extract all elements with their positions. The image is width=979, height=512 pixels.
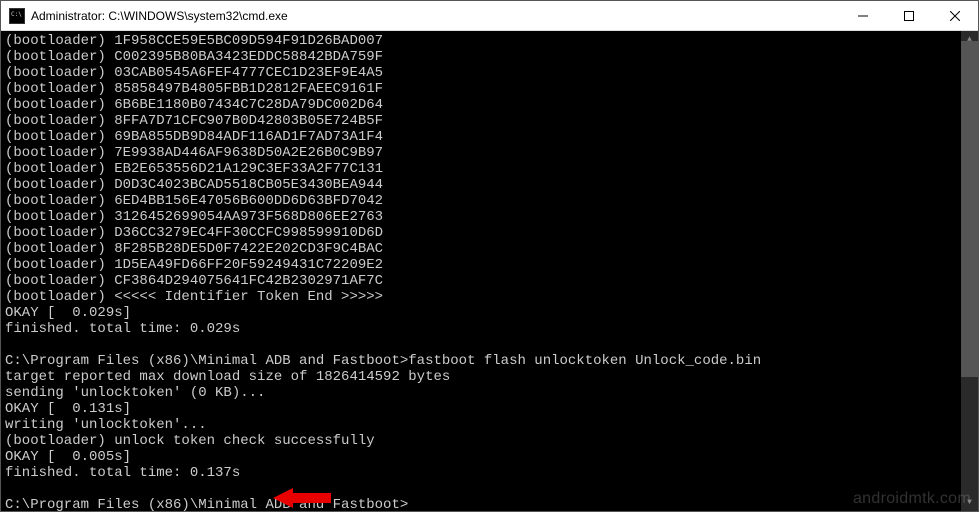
- scrollbar-thumb[interactable]: [961, 41, 978, 377]
- console-line: [5, 481, 974, 497]
- console-line: (bootloader) 7E9938AD446AF9638D50A2E26B0…: [5, 145, 974, 161]
- console-line: (bootloader) 85858497B4805FBB1D2812FAEEC…: [5, 81, 974, 97]
- minimize-button[interactable]: [840, 1, 886, 30]
- scroll-down-arrow[interactable]: ▼: [961, 494, 978, 511]
- vertical-scrollbar[interactable]: ▲ ▼: [961, 31, 978, 511]
- console-line: (bootloader) D0D3C4023BCAD5518CB05E3430B…: [5, 177, 974, 193]
- console-line: (bootloader) 1D5EA49FD66FF20F59249431C72…: [5, 257, 974, 273]
- console-line: (bootloader) 3126452699054AA973F568D806E…: [5, 209, 974, 225]
- console-line: sending 'unlocktoken' (0 KB)...: [5, 385, 974, 401]
- console-line: (bootloader) 6B6BE1180B07434C7C28DA79DC0…: [5, 97, 974, 113]
- console-line: finished. total time: 0.029s: [5, 321, 974, 337]
- console-line: (bootloader) 8F285B28DE5D0F7422E202CD3F9…: [5, 241, 974, 257]
- cmd-icon: [9, 8, 25, 24]
- console-line: (bootloader) <<<<< Identifier Token End …: [5, 289, 974, 305]
- console-line: (bootloader) 69BA855DB9D84ADF116AD1F7AD7…: [5, 129, 974, 145]
- console-line: OKAY [ 0.005s]: [5, 449, 974, 465]
- console-line: OKAY [ 0.131s]: [5, 401, 974, 417]
- console-output[interactable]: (bootloader) 1F958CCE59E5BC09D594F91D26B…: [1, 31, 978, 511]
- close-button[interactable]: [932, 1, 978, 30]
- maximize-button[interactable]: [886, 1, 932, 30]
- console-line: (bootloader) CF3864D294075641FC42B230297…: [5, 273, 974, 289]
- console-line: (bootloader) 8FFA7D71CFC907B0D42803B05E7…: [5, 113, 974, 129]
- console-line: (bootloader) C002395B80BA3423EDDC58842BD…: [5, 49, 974, 65]
- console-line: C:\Program Files (x86)\Minimal ADB and F…: [5, 497, 974, 511]
- console-line: (bootloader) 1F958CCE59E5BC09D594F91D26B…: [5, 33, 974, 49]
- cmd-window: Administrator: C:\WINDOWS\system32\cmd.e…: [0, 0, 979, 512]
- console-line: (bootloader) 6ED4BB156E47056B600DD6D63BF…: [5, 193, 974, 209]
- console-line: (bootloader) unlock token check successf…: [5, 433, 974, 449]
- console-line: (bootloader) EB2E653556D21A129C3EF33A2F7…: [5, 161, 974, 177]
- console-line: writing 'unlocktoken'...: [5, 417, 974, 433]
- console-line: (bootloader) 03CAB0545A6FEF4777CEC1D23EF…: [5, 65, 974, 81]
- console-line: (bootloader) D36CC3279EC4FF30CCFC9985999…: [5, 225, 974, 241]
- console-line: C:\Program Files (x86)\Minimal ADB and F…: [5, 353, 974, 369]
- console-line: target reported max download size of 182…: [5, 369, 974, 385]
- console-line: OKAY [ 0.029s]: [5, 305, 974, 321]
- console-line: finished. total time: 0.137s: [5, 465, 974, 481]
- window-controls: [840, 1, 978, 30]
- console-line: [5, 337, 974, 353]
- titlebar[interactable]: Administrator: C:\WINDOWS\system32\cmd.e…: [1, 1, 978, 31]
- window-title: Administrator: C:\WINDOWS\system32\cmd.e…: [31, 9, 840, 23]
